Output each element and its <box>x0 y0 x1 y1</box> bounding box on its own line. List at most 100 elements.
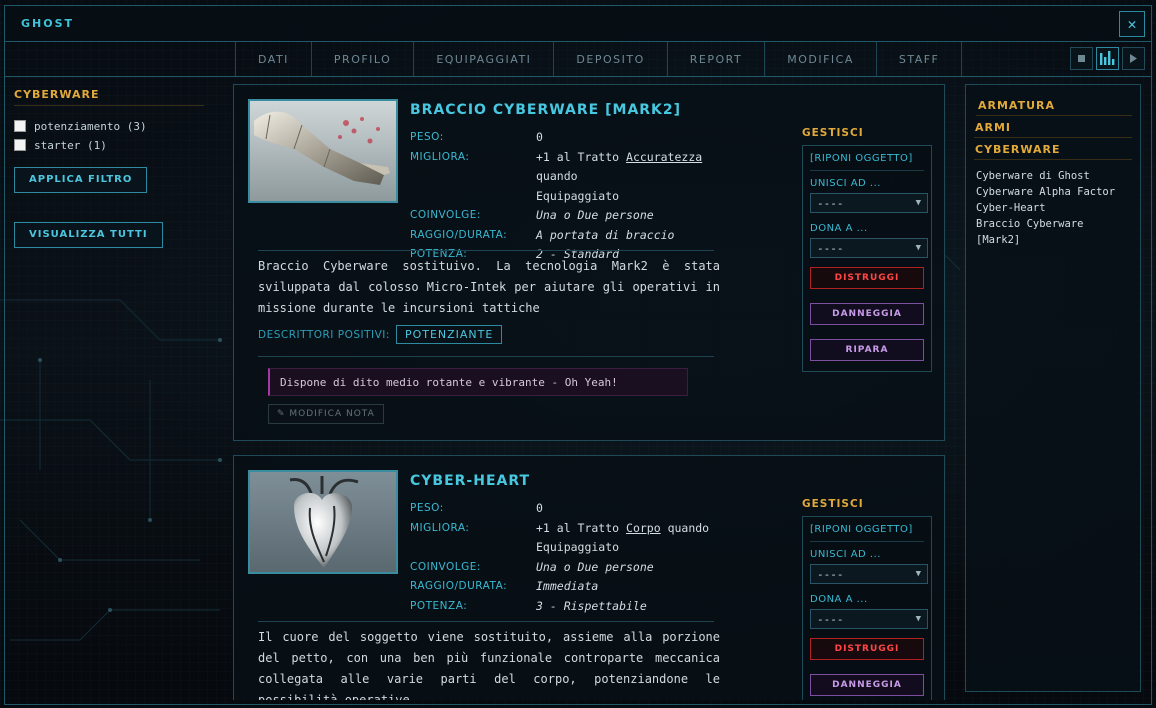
category-armi[interactable]: ARMI <box>975 119 1140 137</box>
cyberware-list-item[interactable]: Cyberware di Ghost <box>966 168 1140 184</box>
stat-label-peso: PESO: <box>410 502 444 514</box>
stat-value-migliora: +1 al Tratto Corpo quando Equipaggiato <box>536 519 720 558</box>
descriptors-row: DESCRITTORI POSITIVI: POTENZIANTE <box>258 325 503 344</box>
item-stats: PESO: 0 MIGLIORA: +1 al Tratto Corpo quan… <box>410 499 720 616</box>
trait-link[interactable]: Accuratezza <box>626 150 702 164</box>
manage-box: [RIPONI OGGETTO] UNISCI AD ... ---- ▼ DON… <box>802 516 932 700</box>
give-label: DONA A ... <box>810 223 868 234</box>
tab-report[interactable]: REPORT <box>668 42 766 76</box>
chevron-down-icon: ▼ <box>915 198 921 208</box>
filter-option-label: potenziamento (3) <box>34 119 147 133</box>
merge-select-value: ---- <box>817 196 844 210</box>
destroy-button[interactable]: DISTRUGGI <box>810 638 924 660</box>
tab-staff[interactable]: STAFF <box>877 42 963 76</box>
give-select[interactable]: ---- ▼ <box>810 238 928 258</box>
filter-checkbox-potenziamento[interactable] <box>14 120 26 132</box>
descriptor-tag[interactable]: POTENZIANTE <box>395 325 503 344</box>
store-item-button[interactable]: [RIPONI OGGETTO] <box>810 523 924 542</box>
edit-note-label: MODIFICA NOTA <box>289 409 375 419</box>
stat-label-migliora: MIGLIORA: <box>410 521 470 534</box>
stat-value-potenza: 3 - Rispettabile <box>536 598 647 613</box>
edit-note-button[interactable]: ✎ MODIFICA NOTA <box>268 404 384 424</box>
tab-bar: DATI PROFILO EQUIPAGGIATI DEPOSITO REPOR… <box>235 42 963 76</box>
filter-option[interactable]: potenziamento (3) <box>14 119 204 133</box>
stop-icon <box>1077 54 1085 62</box>
give-select-value: ---- <box>817 612 844 626</box>
tab-dati[interactable]: DATI <box>235 42 312 76</box>
stat-label-coinvolge: COINVOLGE: <box>410 560 481 573</box>
close-button[interactable]: ✕ <box>1119 11 1145 37</box>
tab-modifica[interactable]: MODIFICA <box>765 42 877 76</box>
manage-panel: GESTISCI [RIPONI OGGETTO] UNISCI AD ... … <box>802 127 932 372</box>
item-description: Il cuore del soggetto viene sostituito, … <box>258 630 720 700</box>
tab-equipaggiati[interactable]: EQUIPAGGIATI <box>414 42 555 76</box>
migliora-prefix: +1 al Tratto <box>536 520 627 535</box>
merge-select-value: ---- <box>817 567 844 581</box>
damage-button[interactable]: DANNEGGIA <box>810 674 924 696</box>
bars-view-button[interactable] <box>1096 47 1119 70</box>
give-select-value: ---- <box>817 241 844 255</box>
play-button[interactable] <box>1122 47 1145 70</box>
view-controls <box>1070 47 1145 70</box>
bars-icon <box>1100 51 1115 65</box>
cyberware-list-item[interactable]: Cyber-Heart <box>966 200 1140 216</box>
item-card: CYBER-HEART PESO: 0 MIGLIORA: +1 al Tratt… <box>233 455 945 700</box>
merge-select[interactable]: ---- ▼ <box>810 564 928 584</box>
migliora-line2: Equipaggiato <box>536 540 620 554</box>
apply-filter-button[interactable]: APPLICA FILTRO <box>14 167 148 193</box>
stat-label-raggio: RAGGIO/DURATA: <box>410 228 508 241</box>
close-icon: ✕ <box>1127 15 1137 33</box>
divider <box>258 621 714 622</box>
chevron-down-icon: ▼ <box>915 243 921 253</box>
give-label: DONA A ... <box>810 594 868 605</box>
merge-label: UNISCI AD ... <box>810 178 881 189</box>
item-title: BRACCIO CYBERWARE [MARK2] <box>410 102 682 118</box>
damage-button[interactable]: DANNEGGIA <box>810 303 924 325</box>
chevron-down-icon: ▼ <box>915 569 921 579</box>
stat-label-coinvolge: COINVOLGE: <box>410 209 481 221</box>
migliora-suffix: quando <box>660 520 710 535</box>
stat-value-coinvolge: Una o Due persone <box>536 559 654 574</box>
tab-divider <box>5 76 1151 77</box>
filter-option-label: starter (1) <box>34 138 107 152</box>
stat-label-peso: PESO: <box>410 131 444 143</box>
item-stats: PESO: 0 MIGLIORA: +1 al Tratto Accuratezz… <box>410 128 720 265</box>
repair-button[interactable]: RIPARA <box>810 339 924 361</box>
item-note: Dispone di dito medio rotante e vibrante… <box>268 368 688 396</box>
manage-panel: GESTISCI [RIPONI OGGETTO] UNISCI AD ... … <box>802 498 932 700</box>
category-panel: ARMATURA ARMI CYBERWARE Cyberware di Gho… <box>965 84 1141 692</box>
filter-panel: CYBERWARE potenziamento (3) starter (1) … <box>14 88 204 248</box>
stat-value-raggio: A portata di braccio <box>536 227 675 242</box>
show-all-button[interactable]: VISUALIZZA TUTTI <box>14 222 163 248</box>
stat-value-coinvolge: Una o Due persone <box>536 208 654 222</box>
filter-option[interactable]: starter (1) <box>14 138 204 152</box>
cyberware-list-item[interactable]: Braccio Cyberware [Mark2] <box>966 216 1096 248</box>
destroy-button[interactable]: DISTRUGGI <box>810 267 924 289</box>
window-title: GHOST <box>21 17 75 30</box>
item-title: CYBER-HEART <box>410 473 531 489</box>
stat-label-potenza: POTENZA: <box>410 599 468 612</box>
item-description: Braccio Cyberware sostituivo. La tecnolo… <box>258 259 720 315</box>
pencil-icon: ✎ <box>277 409 290 419</box>
chevron-down-icon: ▼ <box>915 614 921 624</box>
divider <box>258 250 714 251</box>
stat-label-migliora: MIGLIORA: <box>410 150 470 163</box>
stat-value-raggio: Immediata <box>536 579 599 593</box>
filter-checkbox-starter[interactable] <box>14 139 26 151</box>
trait-link[interactable]: Corpo <box>626 521 661 535</box>
category-armatura[interactable]: ARMATURA <box>978 97 1140 115</box>
tab-profilo[interactable]: PROFILO <box>312 42 415 76</box>
item-card: BRACCIO CYBERWARE [MARK2] PESO: 0 MIGLIOR… <box>233 84 945 441</box>
cyberware-list-item[interactable]: Cyberware Alpha Factor <box>966 184 1140 200</box>
filter-heading: CYBERWARE <box>14 88 204 106</box>
divider <box>258 356 714 357</box>
give-select[interactable]: ---- ▼ <box>810 609 928 629</box>
category-cyberware[interactable]: CYBERWARE <box>975 141 1140 159</box>
stop-button[interactable] <box>1070 47 1093 70</box>
store-item-button[interactable]: [RIPONI OGGETTO] <box>810 152 924 171</box>
manage-box: [RIPONI OGGETTO] UNISCI AD ... ---- ▼ DON… <box>802 145 932 372</box>
stat-value-migliora: +1 al Tratto Accuratezza quando Equipaggi… <box>536 148 720 207</box>
merge-select[interactable]: ---- ▼ <box>810 193 928 213</box>
stat-value-peso: 0 <box>536 501 543 515</box>
tab-deposito[interactable]: DEPOSITO <box>554 42 668 76</box>
